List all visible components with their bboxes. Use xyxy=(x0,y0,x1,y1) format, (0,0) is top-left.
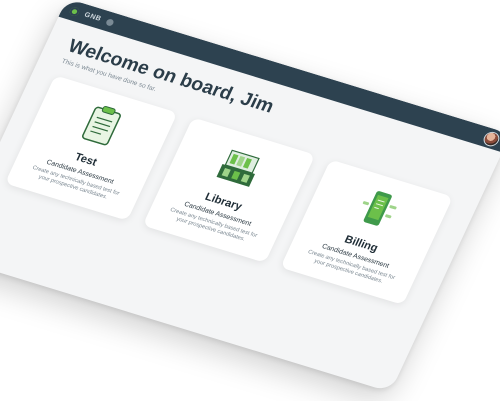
billing-phone-icon xyxy=(362,191,397,226)
card-title: Test xyxy=(72,151,99,169)
brand-name: GNB xyxy=(83,11,103,23)
card-billing[interactable]: Billing Candidate Assessment Create any … xyxy=(280,159,454,305)
card-test[interactable]: Test Candidate Assessment Create any tec… xyxy=(4,75,178,221)
status-dot-icon xyxy=(105,17,115,27)
app-window: GNB Welcome on board, Jim This is what y… xyxy=(0,0,500,393)
clipboard-icon xyxy=(82,105,121,146)
app-logo-icon[interactable] xyxy=(68,5,81,17)
user-avatar[interactable] xyxy=(481,129,500,148)
scene: GNB Welcome on board, Jim This is what y… xyxy=(0,0,500,401)
card-library[interactable]: Library Candidate Assessment Create any … xyxy=(142,117,316,263)
library-icon xyxy=(216,149,260,187)
